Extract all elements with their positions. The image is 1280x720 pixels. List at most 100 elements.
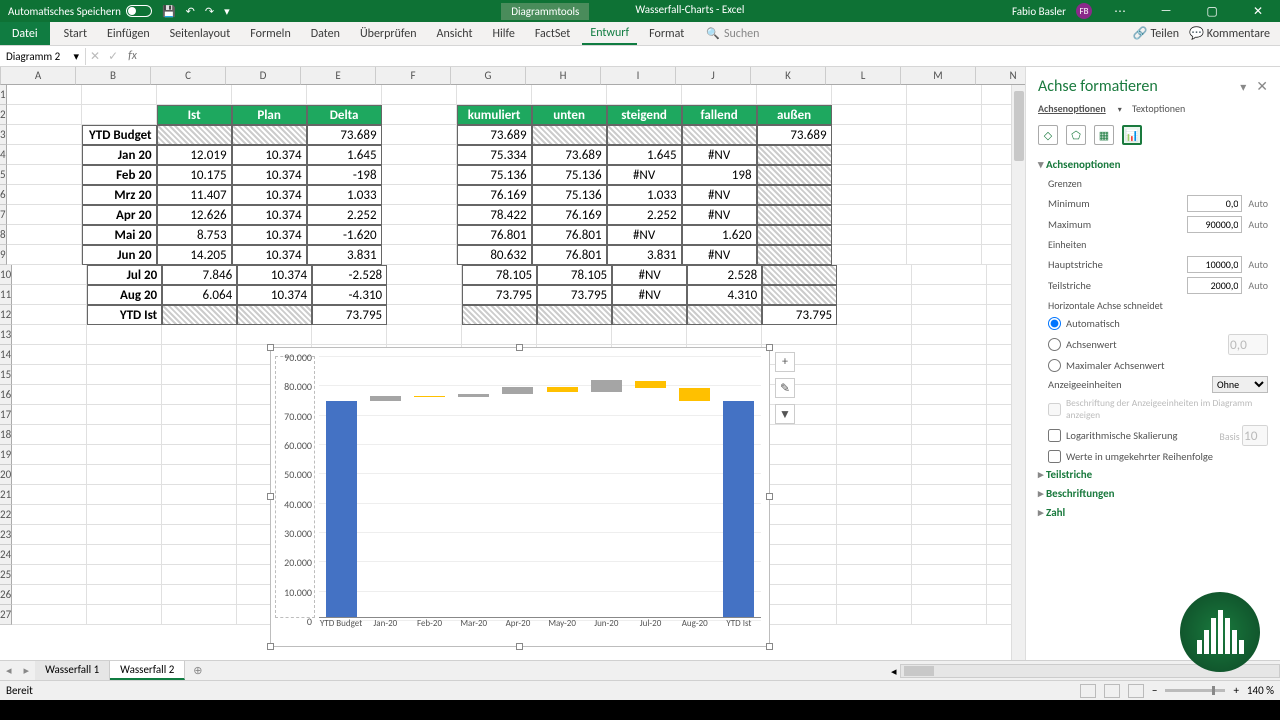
ribbon-tab-überprüfen[interactable]: Überprüfen bbox=[352, 22, 425, 45]
cell[interactable] bbox=[762, 405, 837, 425]
save-icon[interactable]: 💾 bbox=[162, 5, 176, 18]
cell[interactable] bbox=[87, 365, 162, 385]
cell[interactable] bbox=[762, 385, 837, 405]
cell[interactable] bbox=[907, 145, 982, 165]
effects-icon[interactable]: ⬠ bbox=[1066, 125, 1086, 145]
cell[interactable]: 73.795 bbox=[312, 305, 387, 325]
cell[interactable] bbox=[382, 205, 457, 225]
cell[interactable] bbox=[907, 225, 982, 245]
cell[interactable]: #NV bbox=[682, 145, 757, 165]
cell[interactable] bbox=[907, 205, 982, 225]
row-header[interactable]: 21 bbox=[0, 485, 12, 505]
cancel-formula-icon[interactable]: ✕ bbox=[86, 49, 104, 64]
cell[interactable] bbox=[162, 465, 237, 485]
labels-section[interactable]: Beschriftungen bbox=[1038, 484, 1268, 503]
cell[interactable] bbox=[12, 605, 87, 625]
cell[interactable] bbox=[87, 605, 162, 625]
cell[interactable] bbox=[912, 445, 987, 465]
cell[interactable] bbox=[532, 85, 607, 105]
undo-icon[interactable]: ↶ bbox=[186, 5, 195, 18]
cell[interactable] bbox=[382, 105, 457, 125]
cell[interactable] bbox=[162, 325, 237, 345]
cell[interactable] bbox=[162, 505, 237, 525]
chart-filter-icon[interactable]: ▼ bbox=[775, 404, 795, 424]
cell[interactable] bbox=[7, 245, 82, 265]
cell[interactable] bbox=[7, 145, 82, 165]
cell[interactable] bbox=[462, 305, 537, 325]
cell[interactable]: 1.033 bbox=[307, 185, 382, 205]
cell[interactable] bbox=[837, 285, 912, 305]
cell[interactable] bbox=[382, 165, 457, 185]
cell[interactable]: #NV bbox=[682, 245, 757, 265]
row-header[interactable]: 5 bbox=[0, 165, 7, 185]
axis-min-input[interactable] bbox=[1187, 195, 1242, 212]
cell[interactable] bbox=[757, 225, 832, 245]
cell[interactable] bbox=[87, 385, 162, 405]
size-props-icon[interactable]: ▦ bbox=[1094, 125, 1114, 145]
row-header[interactable]: 1 bbox=[0, 85, 7, 105]
zoom-slider[interactable] bbox=[1165, 689, 1225, 692]
cell[interactable] bbox=[12, 325, 87, 345]
cell[interactable] bbox=[7, 185, 82, 205]
cell[interactable]: 78.422 bbox=[457, 205, 532, 225]
cell[interactable]: 75.136 bbox=[532, 165, 607, 185]
col-header[interactable]: E bbox=[301, 67, 376, 85]
sheet-tab[interactable]: Wasserfall 1 bbox=[35, 661, 110, 680]
cell[interactable] bbox=[382, 125, 457, 145]
cell[interactable]: fallend bbox=[682, 105, 757, 125]
cell[interactable] bbox=[762, 445, 837, 465]
cell[interactable]: Ist bbox=[157, 105, 232, 125]
row-header[interactable]: 27 bbox=[0, 605, 12, 625]
cell[interactable]: 80.632 bbox=[457, 245, 532, 265]
cell[interactable]: #NV bbox=[682, 205, 757, 225]
fx-icon[interactable]: fx bbox=[122, 49, 143, 63]
cell[interactable]: 76.801 bbox=[532, 245, 607, 265]
cell[interactable] bbox=[762, 345, 837, 365]
comments-button[interactable]: 💬 Kommentare bbox=[1189, 26, 1270, 41]
row-header[interactable]: 17 bbox=[0, 405, 12, 425]
cell[interactable] bbox=[12, 265, 87, 285]
cell[interactable] bbox=[232, 125, 307, 145]
axis-options-section[interactable]: Achsenoptionen bbox=[1038, 155, 1268, 174]
chart-bar[interactable] bbox=[502, 387, 533, 394]
reverse-order-check[interactable] bbox=[1048, 450, 1061, 463]
ribbon-options-icon[interactable]: ⋯ bbox=[1102, 0, 1138, 22]
cell[interactable] bbox=[837, 545, 912, 565]
cell[interactable] bbox=[87, 345, 162, 365]
cell[interactable] bbox=[837, 325, 912, 345]
cell[interactable]: 75.334 bbox=[457, 145, 532, 165]
ribbon-tab-einfügen[interactable]: Einfügen bbox=[99, 22, 158, 45]
ribbon-tab-seitenlayout[interactable]: Seitenlayout bbox=[162, 22, 239, 45]
cell[interactable]: #NV bbox=[612, 265, 687, 285]
col-header[interactable]: N bbox=[976, 67, 1025, 85]
cell[interactable]: #NV bbox=[607, 165, 682, 185]
cell[interactable]: Jan 20 bbox=[82, 145, 157, 165]
cell[interactable] bbox=[7, 205, 82, 225]
ribbon-tab-formeln[interactable]: Formeln bbox=[242, 22, 298, 45]
chart-bar[interactable] bbox=[591, 380, 622, 391]
cell[interactable] bbox=[237, 325, 312, 345]
cell[interactable]: -2.528 bbox=[312, 265, 387, 285]
ribbon-tab-entwurf[interactable]: Entwurf bbox=[582, 22, 637, 45]
add-sheet-icon[interactable]: ⊕ bbox=[185, 662, 210, 679]
cell[interactable] bbox=[87, 325, 162, 345]
col-header[interactable]: A bbox=[1, 67, 76, 85]
cell[interactable] bbox=[12, 545, 87, 565]
cell[interactable] bbox=[612, 325, 687, 345]
cell[interactable]: #NV bbox=[607, 225, 682, 245]
crosses-auto-radio[interactable] bbox=[1048, 317, 1061, 330]
cell[interactable] bbox=[762, 325, 837, 345]
col-header[interactable]: L bbox=[826, 67, 901, 85]
avatar[interactable]: FB bbox=[1076, 3, 1092, 19]
cell[interactable] bbox=[757, 145, 832, 165]
cell[interactable] bbox=[387, 265, 462, 285]
cell[interactable] bbox=[382, 185, 457, 205]
text-options-tab[interactable]: Textoptionen bbox=[1132, 102, 1185, 115]
cell[interactable] bbox=[907, 125, 982, 145]
cell[interactable] bbox=[757, 165, 832, 185]
chart-add-element-icon[interactable]: + bbox=[775, 352, 795, 372]
row-header[interactable]: 7 bbox=[0, 205, 7, 225]
cell[interactable]: 1.620 bbox=[682, 225, 757, 245]
cell[interactable] bbox=[762, 505, 837, 525]
cell[interactable]: 10.374 bbox=[237, 285, 312, 305]
